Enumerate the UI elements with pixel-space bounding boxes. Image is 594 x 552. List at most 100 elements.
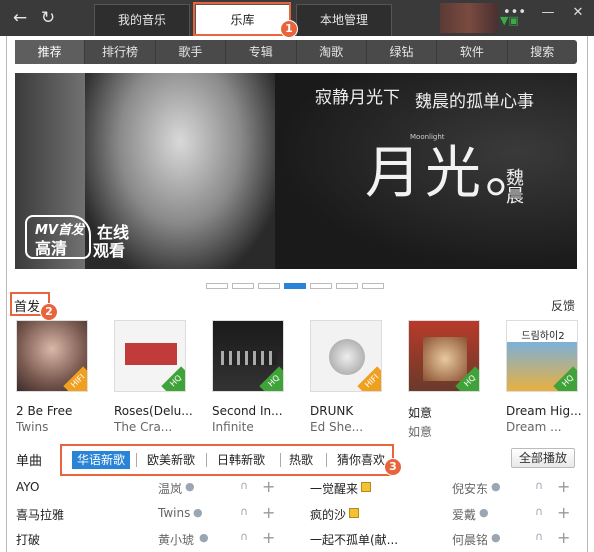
slide-dot[interactable] (336, 283, 358, 289)
nav-recommend[interactable]: 推荐 (15, 40, 86, 64)
refresh-icon[interactable]: ↻ (38, 8, 58, 28)
mv-icon[interactable]: ● (479, 506, 489, 519)
add-icon[interactable]: + (262, 505, 275, 521)
album-cover[interactable]: 드림하이2 HQ (506, 320, 578, 392)
album-artist[interactable]: 如意 (408, 423, 486, 440)
slide-dot[interactable] (310, 283, 332, 289)
nav-albums[interactable]: 专辑 (226, 40, 297, 64)
slide-dot[interactable] (232, 283, 254, 289)
album-card[interactable]: HQ Roses(Delu... The Cra... (114, 320, 196, 434)
add-icon[interactable]: + (262, 479, 275, 495)
tab-western-new[interactable]: 欧美新歌 (142, 451, 200, 469)
song-title[interactable]: AYO (16, 480, 39, 494)
tab-divider (326, 453, 327, 467)
cover-art (221, 351, 277, 365)
headphones-icon[interactable]: ∩ (535, 505, 543, 518)
headphones-icon[interactable]: ∩ (535, 479, 543, 492)
headphones-icon[interactable]: ∩ (240, 479, 248, 492)
cover-art (329, 339, 365, 375)
category-nav: 推荐 排行榜 歌手 专辑 淘歌 绿钻 软件 搜索 (15, 40, 577, 64)
menu-button[interactable]: ••• (503, 4, 526, 24)
album-artist[interactable]: Dream ... (506, 420, 584, 434)
headphones-icon[interactable]: ∩ (240, 530, 248, 543)
cover-art (423, 337, 467, 381)
back-icon[interactable]: ← (10, 8, 30, 28)
album-card[interactable]: HQ 如意 如意 (408, 320, 490, 440)
song-artist[interactable]: 温岚 (158, 480, 182, 497)
tab-jpkr-new[interactable]: 日韩新歌 (212, 451, 270, 469)
close-button[interactable]: ✕ (567, 4, 589, 24)
nav-singers[interactable]: 歌手 (156, 40, 227, 64)
headphones-icon[interactable]: ∩ (240, 505, 248, 518)
album-title[interactable]: Dream Hig... (506, 404, 584, 418)
tab-my-music[interactable]: 我的音乐 (94, 4, 190, 36)
minimize-button[interactable]: — (537, 4, 559, 24)
album-title[interactable]: DRUNK (310, 404, 388, 418)
album-card[interactable]: HQ Second In... Infinite (212, 320, 294, 434)
nav-discover[interactable]: 淘歌 (297, 40, 367, 64)
album-card[interactable]: HIFI DRUNK Ed She... (310, 320, 392, 434)
song-title[interactable]: 喜马拉雅 (16, 506, 64, 523)
song-artist[interactable]: Twins (158, 506, 190, 520)
play-all-button[interactable]: 全部播放 (511, 448, 575, 468)
singles-label: 单曲 (16, 454, 43, 469)
slide-dot[interactable] (258, 283, 280, 289)
cover-text: 드림하이2 (521, 331, 565, 342)
lyrics-icon[interactable] (349, 508, 359, 518)
mv-icon[interactable]: ● (199, 531, 209, 544)
album-title[interactable]: 2 Be Free (16, 404, 94, 418)
mv-icon[interactable]: ● (491, 480, 501, 493)
tab-chinese-new[interactable]: 华语新歌 (72, 451, 131, 469)
nav-green-diamond[interactable]: 绿钻 (367, 40, 438, 64)
album-artist[interactable]: Infinite (212, 420, 290, 434)
album-title[interactable]: Roses(Delu... (114, 404, 192, 418)
tab-hot[interactable]: 热歌 (284, 451, 318, 469)
annotation-marker-2: 2 (40, 303, 58, 321)
slide-dot[interactable] (362, 283, 384, 289)
album-cover[interactable]: HQ (114, 320, 186, 392)
song-artist[interactable]: 何晨铭 (452, 531, 488, 548)
section-title: 首发 (14, 300, 41, 315)
add-icon[interactable]: + (262, 530, 275, 546)
song-title[interactable]: 一觉醒来 (310, 480, 358, 497)
song-artist[interactable]: 爱戴 (452, 506, 476, 523)
slide-dot-active[interactable] (284, 283, 306, 289)
mv-hd-label: 高清 (35, 239, 68, 258)
album-cover[interactable]: HIFI (16, 320, 88, 392)
album-title[interactable]: 如意 (408, 404, 486, 421)
add-icon[interactable]: + (557, 530, 570, 546)
promo-banner[interactable]: 寂静月光下 魏晨的孤单心事 Moonlight 月光。 魏晨 MV首发 高清 在… (15, 73, 577, 269)
headphones-icon[interactable]: ∩ (535, 530, 543, 543)
album-artist[interactable]: Ed She... (310, 420, 388, 434)
mv-icon[interactable]: ● (185, 480, 195, 493)
album-title[interactable]: Second In... (212, 404, 290, 418)
song-artist[interactable]: 黄小琥 (158, 531, 194, 548)
mv-icon[interactable]: ● (193, 506, 203, 519)
mv-icon[interactable]: ● (491, 531, 501, 544)
album-card[interactable]: HIFI 2 Be Free Twins (16, 320, 98, 434)
song-artist[interactable]: 倪安东 (452, 480, 488, 497)
lyrics-icon[interactable] (361, 482, 371, 492)
album-card[interactable]: 드림하이2 HQ Dream Hig... Dream ... (506, 320, 588, 434)
album-cover[interactable]: HQ (212, 320, 284, 392)
song-title[interactable]: 打破 (16, 531, 40, 548)
album-cover[interactable]: HIFI (310, 320, 382, 392)
slide-dot[interactable] (206, 283, 228, 289)
tab-local-manage[interactable]: 本地管理 (296, 4, 392, 36)
add-icon[interactable]: + (557, 505, 570, 521)
tab-divider (206, 453, 207, 467)
album-artist[interactable]: The Cra... (114, 420, 192, 434)
feedback-link[interactable]: 反馈 (551, 297, 575, 314)
nav-software[interactable]: 软件 (437, 40, 508, 64)
nav-charts[interactable]: 排行榜 (85, 40, 156, 64)
song-title[interactable]: 疯的沙 (310, 506, 346, 523)
album-cover[interactable]: HQ (408, 320, 480, 392)
song-title[interactable]: 一起不孤单(献... (310, 531, 398, 548)
avatar[interactable] (440, 3, 498, 33)
nav-search[interactable]: 搜索 (508, 40, 577, 64)
add-icon[interactable]: + (557, 479, 570, 495)
tab-guess-you-like[interactable]: 猜你喜欢 (332, 451, 390, 469)
tab-divider (280, 453, 281, 467)
album-artist[interactable]: Twins (16, 420, 94, 434)
mv-watch-label: 观看 (93, 241, 126, 260)
